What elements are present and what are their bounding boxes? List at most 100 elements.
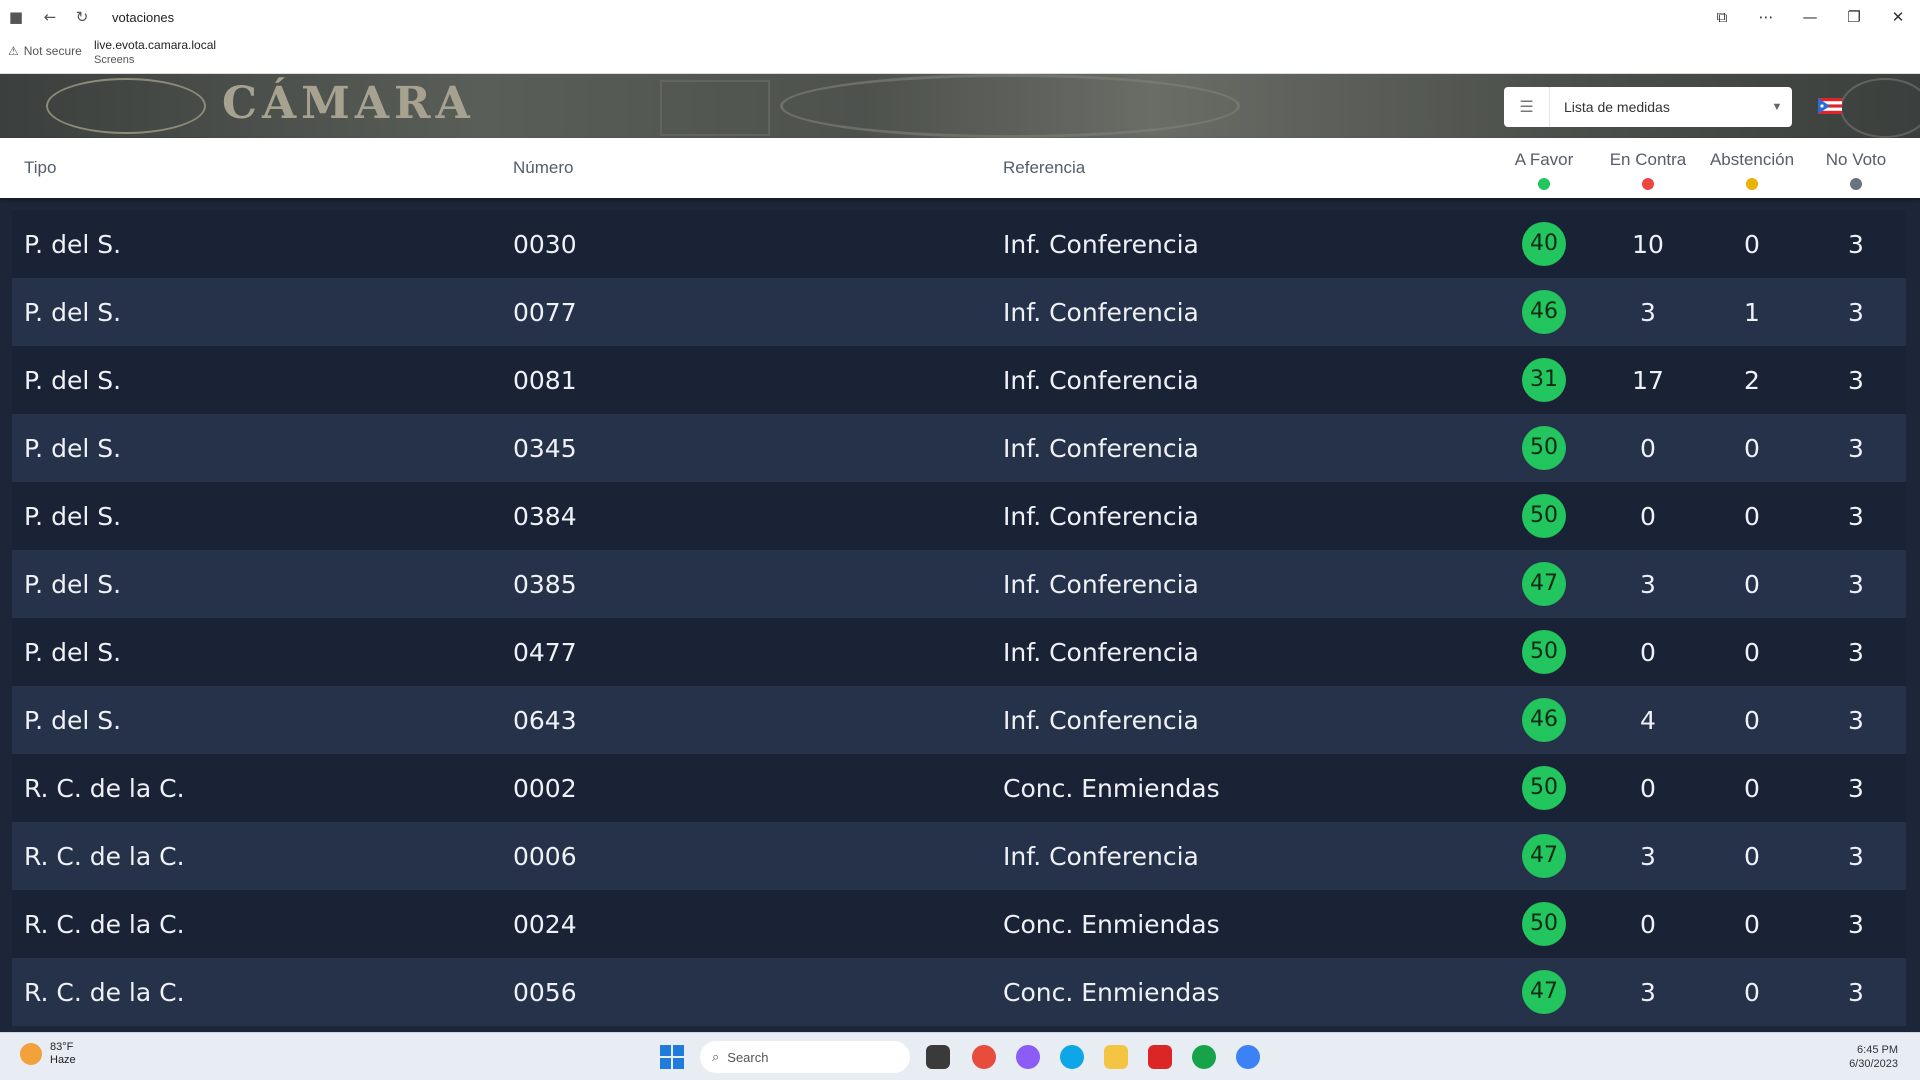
table-row[interactable]: P. del S. 0384 Inf. Conferencia 50 0 0 3 [12, 482, 1906, 550]
cell-novoto: 3 [1848, 297, 1864, 327]
app-install-icon[interactable]: ⧉ [1700, 0, 1744, 34]
chrome-icon[interactable] [972, 1045, 996, 1069]
cell-novoto: 3 [1848, 637, 1864, 667]
system-clock[interactable]: 6:45 PM 6/30/2023 [1849, 1043, 1898, 1071]
table-row[interactable]: P. del S. 0345 Inf. Conferencia 50 0 0 3 [12, 414, 1906, 482]
taskbar-search-label: Search [727, 1049, 769, 1065]
windows-start-icon[interactable] [660, 1045, 684, 1069]
cell-tipo: P. del S. [24, 501, 122, 531]
cell-referencia: Inf. Conferencia [1003, 569, 1199, 599]
cell-contra: 3 [1640, 841, 1656, 871]
cell-tipo: P. del S. [24, 229, 122, 259]
cell-tipo: R. C. de la C. [24, 977, 185, 1007]
cell-novoto: 3 [1848, 841, 1864, 871]
task-view-icon[interactable] [926, 1045, 950, 1069]
cell-favor: 31 [1492, 358, 1596, 402]
cell-contra: 3 [1640, 977, 1656, 1007]
cell-contra: 3 [1640, 297, 1656, 327]
table-row[interactable]: P. del S. 0385 Inf. Conferencia 47 3 0 3 [12, 550, 1906, 618]
cell-abstencion: 0 [1744, 773, 1760, 803]
address-subtitle: Screens [94, 54, 135, 66]
windows-taskbar: 83°F Haze ⌕ Search 6:45 PM 6/30/2023 [0, 1032, 1920, 1080]
cell-favor: 46 [1492, 290, 1596, 334]
maximize-button[interactable]: ❐ [1832, 0, 1876, 34]
favor-badge: 50 [1522, 630, 1566, 674]
favor-badge: 47 [1522, 970, 1566, 1014]
cell-favor: 50 [1492, 426, 1596, 470]
table-row[interactable]: R. C. de la C. 0056 Conc. Enmiendas 47 3… [12, 958, 1906, 1026]
cell-tipo: R. C. de la C. [24, 841, 185, 871]
table-row[interactable]: P. del S. 0081 Inf. Conferencia 31 17 2 … [12, 346, 1906, 414]
favor-badge: 46 [1522, 698, 1566, 742]
cell-referencia: Conc. Enmiendas [1003, 909, 1220, 939]
address-url[interactable]: live.evota.camara.local [94, 38, 216, 52]
table-row[interactable]: P. del S. 0030 Inf. Conferencia 40 10 0 … [12, 210, 1906, 278]
cell-numero: 0477 [513, 637, 577, 667]
decorative-emblem [660, 80, 770, 136]
messenger-icon[interactable] [1236, 1045, 1260, 1069]
puerto-rico-flag-icon[interactable] [1818, 98, 1842, 114]
address-bar[interactable]: ⚠ Not secure live.evota.camara.local Scr… [0, 34, 1920, 74]
cell-numero: 0384 [513, 501, 577, 531]
chrome-active-icon[interactable] [1192, 1045, 1216, 1069]
cell-contra: 3 [1640, 569, 1656, 599]
measures-dropdown[interactable]: ☰ Lista de medidas ▼ [1504, 87, 1792, 127]
column-header-novoto: No Voto [1804, 150, 1908, 190]
cell-abstencion: 2 [1744, 365, 1760, 395]
favor-badge: 47 [1522, 562, 1566, 606]
cell-tipo: P. del S. [24, 433, 122, 463]
cell-favor: 47 [1492, 834, 1596, 878]
cell-tipo: P. del S. [24, 637, 122, 667]
decorative-seal [780, 74, 1240, 138]
cell-favor: 47 [1492, 970, 1596, 1014]
table-row[interactable]: P. del S. 0477 Inf. Conferencia 50 0 0 3 [12, 618, 1906, 686]
cell-numero: 0056 [513, 977, 577, 1007]
cell-numero: 0345 [513, 433, 577, 463]
table-row[interactable]: R. C. de la C. 0002 Conc. Enmiendas 50 0… [12, 754, 1906, 822]
table-row[interactable]: R. C. de la C. 0024 Conc. Enmiendas 50 0… [12, 890, 1906, 958]
close-button[interactable]: ✕ [1876, 0, 1920, 34]
measures-table: P. del S. 0030 Inf. Conferencia 40 10 0 … [12, 210, 1906, 1026]
cell-novoto: 3 [1848, 909, 1864, 939]
cell-tipo: P. del S. [24, 365, 122, 395]
table-row[interactable]: P. del S. 0643 Inf. Conferencia 46 4 0 3 [12, 686, 1906, 754]
favor-dot [1538, 178, 1550, 190]
contra-dot [1642, 178, 1654, 190]
favor-badge: 46 [1522, 290, 1566, 334]
minimize-button[interactable]: — [1788, 0, 1832, 34]
taskbar-search[interactable]: ⌕ Search [700, 1041, 910, 1073]
not-secure-indicator[interactable]: ⚠ Not secure [8, 44, 82, 58]
more-options-icon[interactable]: ⋯ [1744, 0, 1788, 34]
cell-favor: 50 [1492, 766, 1596, 810]
cell-referencia: Inf. Conferencia [1003, 841, 1199, 871]
table-row[interactable]: P. del S. 0077 Inf. Conferencia 46 3 1 3 [12, 278, 1906, 346]
novoto-dot [1850, 178, 1862, 190]
cell-abstencion: 0 [1744, 229, 1760, 259]
search-icon: ⌕ [712, 1049, 720, 1064]
cell-referencia: Inf. Conferencia [1003, 229, 1199, 259]
clock-date: 6/30/2023 [1849, 1058, 1898, 1070]
table-header: Tipo Número Referencia A Favor En Contra… [0, 138, 1920, 198]
copilot-icon[interactable] [1016, 1045, 1040, 1069]
favor-badge: 40 [1522, 222, 1566, 266]
cell-abstencion: 0 [1744, 501, 1760, 531]
refresh-icon[interactable]: ↻ [70, 5, 94, 29]
column-header-referencia: Referencia [1003, 158, 1086, 177]
weather-temp: 83°F [50, 1041, 74, 1053]
cell-tipo: P. del S. [24, 297, 122, 327]
cell-contra: 17 [1632, 365, 1664, 395]
cell-numero: 0002 [513, 773, 577, 803]
favor-badge: 50 [1522, 902, 1566, 946]
cell-numero: 0643 [513, 705, 577, 735]
weather-widget[interactable]: 83°F Haze [20, 1041, 76, 1067]
column-header-abstencion: Abstención [1700, 150, 1804, 190]
cell-contra: 10 [1632, 229, 1664, 259]
cell-tipo: R. C. de la C. [24, 773, 185, 803]
weather-desc: Haze [50, 1054, 76, 1066]
edge-icon[interactable] [1060, 1045, 1084, 1069]
cell-contra: 0 [1640, 773, 1656, 803]
table-row[interactable]: R. C. de la C. 0006 Inf. Conferencia 47 … [12, 822, 1906, 890]
back-icon[interactable]: ← [38, 5, 62, 29]
pdf-reader-icon[interactable] [1148, 1045, 1172, 1069]
file-explorer-icon[interactable] [1104, 1045, 1128, 1069]
